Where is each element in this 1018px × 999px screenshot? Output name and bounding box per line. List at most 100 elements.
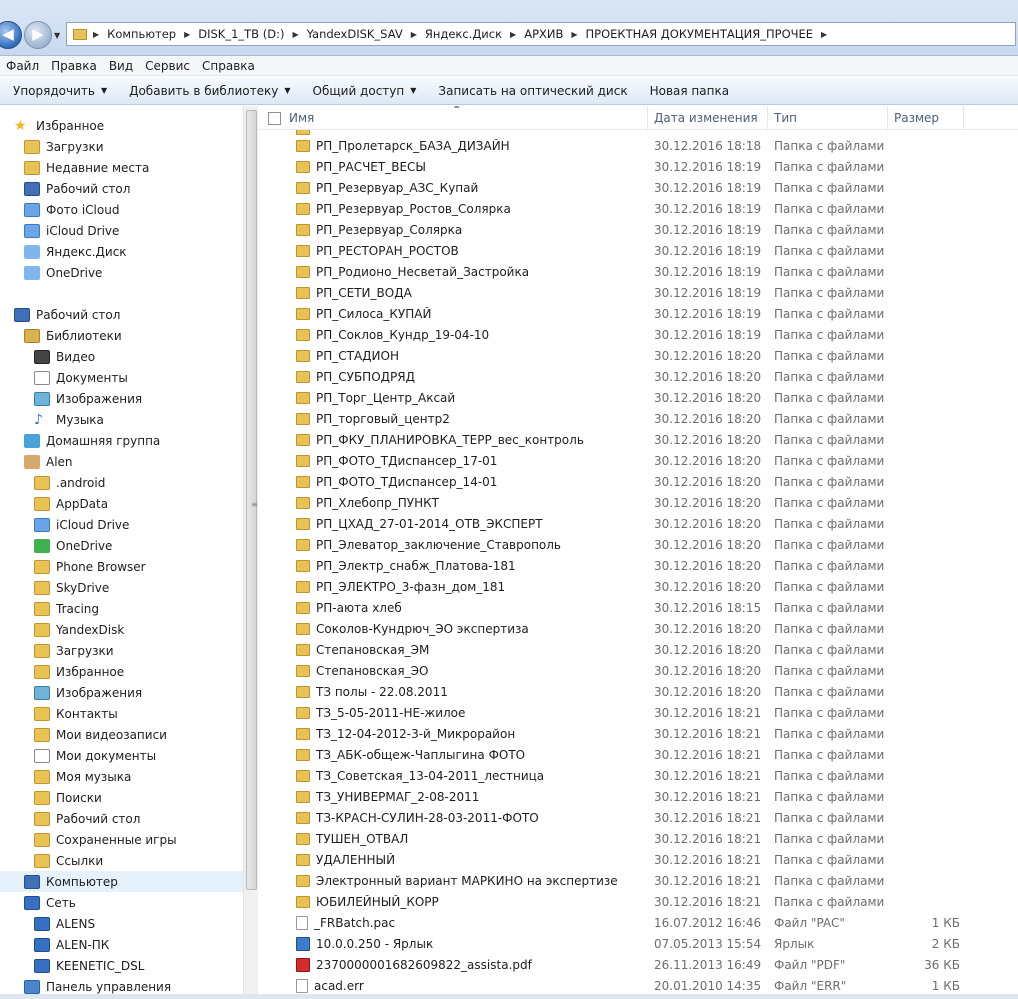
share-button[interactable]: Общий доступ ▼	[306, 84, 432, 98]
file-row[interactable]: РП_СУБПОДРЯД 30.12.2016 18:20 Папка с файл…	[258, 366, 1018, 387]
nav-item[interactable]: Контакты	[0, 703, 243, 724]
file-row[interactable]: РП_торговый_центр2 30.12.2016 18:20 Папка …	[258, 408, 1018, 429]
column-header-type[interactable]: Тип	[768, 106, 888, 130]
file-row[interactable]: ЮБИЛЕЙНЫЙ_КОРР 30.12.2016 18:21 Папка с фа…	[258, 891, 1018, 912]
nav-item[interactable]: Загрузки	[0, 136, 243, 157]
nav-item[interactable]: Музыка	[0, 409, 243, 430]
breadcrumb-disk[interactable]: DISK_1_TB (D:)	[192, 27, 290, 41]
file-row[interactable]: 2370000001682609822_assista.pdf 26.11.201…	[258, 954, 1018, 975]
file-row[interactable]: acad.err 20.01.2010 14:35 Файл "ERR" 1 КБ	[258, 975, 1018, 996]
menu-help[interactable]: Справка	[196, 59, 261, 73]
file-row[interactable]: РП_ФОТО_ТДиспансер_14-01 30.12.2016 18:20…	[258, 471, 1018, 492]
breadcrumb-current-folder[interactable]: ПРОЕКТНАЯ ДОКУМЕНТАЦИЯ_ПРОЧЕЕ	[580, 27, 820, 41]
nav-item[interactable]: .android	[0, 472, 243, 493]
nav-item[interactable]: Сохраненные игры	[0, 829, 243, 850]
nav-item[interactable]: Моя музыка	[0, 766, 243, 787]
column-header-size[interactable]: Размер	[888, 106, 964, 130]
file-row[interactable]: РП_СТАДИОН 30.12.2016 18:20 Папка с файлам…	[258, 345, 1018, 366]
nav-item[interactable]: Фото iCloud	[0, 199, 243, 220]
nav-item[interactable]: Загрузки	[0, 640, 243, 661]
file-row[interactable]: РП_ФОТО_ТДиспансер_17-01 30.12.2016 18:20…	[258, 450, 1018, 471]
breadcrumb-computer[interactable]: Компьютер	[101, 27, 182, 41]
back-button[interactable]: ◀	[0, 21, 22, 49]
nav-item[interactable]: Рабочий стол	[0, 808, 243, 829]
navigation-scrollbar[interactable]: ≡	[243, 106, 258, 999]
nav-item[interactable]: Мои документы	[0, 745, 243, 766]
nav-item[interactable]: OneDrive	[0, 262, 243, 283]
menu-view[interactable]: Вид	[103, 59, 139, 73]
nav-item[interactable]: iCloud Drive	[0, 514, 243, 535]
nav-item[interactable]: OneDrive	[0, 535, 243, 556]
chevron-right-icon[interactable]: ▶	[409, 30, 419, 39]
nav-item[interactable]: Phone Browser	[0, 556, 243, 577]
file-row[interactable]: РП_СЕТИ_ВОДА 30.12.2016 18:19 Папка с файл…	[258, 282, 1018, 303]
file-row[interactable]: РП_Резервуар_Солярка 30.12.2016 18:19 Папк…	[258, 219, 1018, 240]
file-row[interactable]: РП_Резервуар_АЗС_Купай 30.12.2016 18:19 Па…	[258, 177, 1018, 198]
file-row[interactable]: РП_Хлебопр_ПУНКТ 30.12.2016 18:20 Папка с …	[258, 492, 1018, 513]
file-row[interactable]: ТУШЕН_ОТВАЛ 30.12.2016 18:21 Папка с файла…	[258, 828, 1018, 849]
file-row[interactable]: ТЗ_12-04-2012-3-й_Микрорайон 30.12.2016 1…	[258, 723, 1018, 744]
file-row[interactable]: РП_Элеватор_заключение_Ставрополь 30.12.2…	[258, 534, 1018, 555]
nav-item[interactable]: ALEN-ПК	[0, 934, 243, 955]
add-to-library-button[interactable]: Добавить в библиотеку ▼	[122, 84, 305, 98]
nav-item[interactable]: Компьютер	[0, 871, 243, 892]
file-row[interactable]: Степановская_ЭМ 30.12.2016 18:20 Папка с ф…	[258, 639, 1018, 660]
nav-item[interactable]: Изображения	[0, 682, 243, 703]
nav-item[interactable]: Рабочий стол	[0, 178, 243, 199]
nav-item[interactable]: Яндекс.Диск	[0, 241, 243, 262]
chevron-right-icon[interactable]: ▶	[569, 30, 579, 39]
file-row[interactable]: Электронный вариант МАРКИНО на экспертиз…	[258, 870, 1018, 891]
file-row[interactable]: РП_Торг_Центр_Аксай 30.12.2016 18:20 Папка…	[258, 387, 1018, 408]
nav-item[interactable]: Изображения	[0, 388, 243, 409]
nav-item[interactable]: Недавние места	[0, 157, 243, 178]
file-row[interactable]: РП_Родионо_Несветай_Застройка 30.12.2016 …	[258, 261, 1018, 282]
nav-item[interactable]: Библиотеки	[0, 325, 243, 346]
chevron-right-icon[interactable]: ▶	[290, 30, 300, 39]
menu-tools[interactable]: Сервис	[139, 59, 196, 73]
nav-item[interactable]: Домашняя группа	[0, 430, 243, 451]
file-row[interactable]: ТЗ_УНИВЕРМАГ_2-08-2011 30.12.2016 18:21 Па…	[258, 786, 1018, 807]
nav-item[interactable]: Избранное	[0, 661, 243, 682]
chevron-right-icon[interactable]: ▶	[819, 30, 829, 39]
file-row[interactable]: РП_ФКУ_ПЛАНИРОВКА_ТЕРР_вес_контроль 30.12…	[258, 429, 1018, 450]
nav-item[interactable]: YandexDisk	[0, 619, 243, 640]
nav-item[interactable]: Поиски	[0, 787, 243, 808]
chevron-right-icon[interactable]: ▶	[91, 30, 101, 39]
file-row[interactable]: _FRBatch.pac 16.07.2012 16:46 Файл "PAC" 1 …	[258, 912, 1018, 933]
column-header-name[interactable]: Имя ▲	[258, 106, 648, 130]
breadcrumb-yandexdisk-sav[interactable]: YandexDISK_SAV	[301, 27, 409, 41]
file-row[interactable]: ТЗ_Советская_13-04-2011_лестница 30.12.20…	[258, 765, 1018, 786]
navigation-scrollbar-thumb[interactable]: ≡	[246, 110, 258, 890]
nav-item[interactable]: Ссылки	[0, 850, 243, 871]
nav-item[interactable]: Видео	[0, 346, 243, 367]
nav-item[interactable]: iCloud Drive	[0, 220, 243, 241]
file-row[interactable]: РП_Пролетарск_БАЗА_ДИЗАЙН 30.12.2016 18:1…	[258, 135, 1018, 156]
file-row[interactable]: РП_РАСЧЕТ_ВЕСЫ 30.12.2016 18:19 Папка с фа…	[258, 156, 1018, 177]
file-row[interactable]: РП_РЕСТОРАН_РОСТОВ 30.12.2016 18:19 Папка …	[258, 240, 1018, 261]
nav-item[interactable]: SkyDrive	[0, 577, 243, 598]
file-row[interactable]: Соколов-Кундрюч_ЭО экспертиза 30.12.2016 …	[258, 618, 1018, 639]
burn-button[interactable]: Записать на оптический диск	[431, 84, 642, 98]
file-row[interactable]: РП_Силоса_КУПАЙ 30.12.2016 18:19 Папка с ф…	[258, 303, 1018, 324]
nav-item[interactable]: Сеть	[0, 892, 243, 913]
address-field[interactable]: ▶ Компьютер ▶ DISK_1_TB (D:) ▶ YandexDIS…	[66, 22, 1016, 46]
file-row[interactable]: ТЗ_5-05-2011-НЕ-жилое 30.12.2016 18:21 Пап…	[258, 702, 1018, 723]
chevron-right-icon[interactable]: ▶	[508, 30, 518, 39]
menu-file[interactable]: Файл	[0, 59, 45, 73]
chevron-right-icon[interactable]: ▶	[182, 30, 192, 39]
file-row[interactable]: РП_Соклов_Кундр_19-04-10 30.12.2016 18:19…	[258, 324, 1018, 345]
breadcrumb-yandex-disk[interactable]: Яндекс.Диск	[419, 27, 508, 41]
file-row[interactable]: ТЗ_АБК-общеж-Чаплыгина ФОТО 30.12.2016 18…	[258, 744, 1018, 765]
nav-item[interactable]: ALENS	[0, 913, 243, 934]
file-row[interactable]: РП-аюта хлеб 30.12.2016 18:15 Папка с файл…	[258, 597, 1018, 618]
nav-item[interactable]: KEENETIC_DSL	[0, 955, 243, 976]
new-folder-button[interactable]: Новая папка	[643, 84, 744, 98]
nav-item[interactable]: Рабочий стол	[0, 304, 243, 325]
organize-button[interactable]: Упорядочить ▼	[6, 84, 122, 98]
nav-item[interactable]: Избранное	[0, 115, 243, 136]
file-row[interactable]: УДАЛЕННЫЙ 30.12.2016 18:21 Папка с файлами	[258, 849, 1018, 870]
file-row[interactable]: ТЗ-КРАСН-СУЛИН-28-03-2011-ФОТО 30.12.2016…	[258, 807, 1018, 828]
nav-item[interactable]: AppData	[0, 493, 243, 514]
file-row[interactable]: РП_ЭЛЕКТРО_3-фазн_дом_181 30.12.2016 18:2…	[258, 576, 1018, 597]
nav-item[interactable]: Мои видеозаписи	[0, 724, 243, 745]
